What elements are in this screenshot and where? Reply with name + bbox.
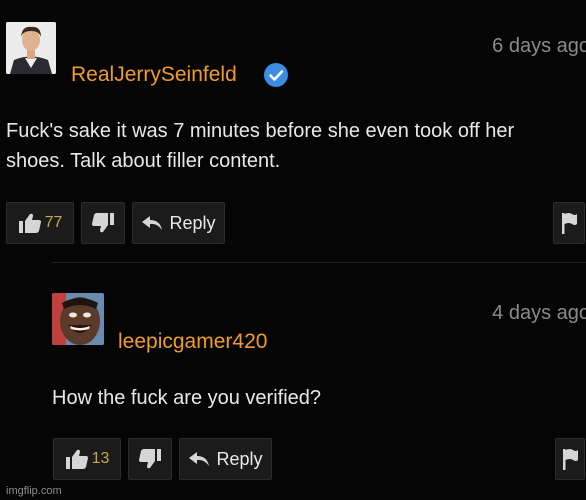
reply-button[interactable]: Reply — [179, 438, 272, 480]
avatar[interactable] — [52, 293, 104, 345]
watermark: imgflip.com — [6, 485, 62, 497]
verified-badge-icon — [264, 63, 288, 87]
comment: RealJerrySeinfeld 6 days ago Fuck's sake… — [0, 0, 586, 262]
reply-label: Reply — [216, 448, 263, 469]
username[interactable]: RealJerrySeinfeld — [71, 63, 237, 87]
reply-button[interactable]: Reply — [132, 202, 225, 244]
comment-text: Fuck's sake it was 7 minutes before she … — [6, 120, 515, 172]
timestamp: 6 days ago — [492, 35, 586, 57]
flag-button[interactable] — [553, 202, 585, 244]
avatar[interactable] — [6, 22, 56, 74]
like-count: 77 — [44, 214, 63, 231]
thumbs-up-icon — [65, 448, 89, 470]
like-button[interactable]: 77 — [6, 202, 74, 244]
thumbs-down-icon — [91, 212, 115, 234]
flag-icon — [560, 211, 578, 235]
comment-reply: leepicgamer420 4 days ago How the fuck a… — [0, 262, 586, 500]
thumbs-up-icon — [18, 212, 42, 234]
reply-label: Reply — [169, 212, 216, 233]
timestamp: 4 days ago — [492, 302, 586, 324]
like-button[interactable]: 13 — [53, 438, 121, 480]
reply-arrow-icon — [188, 451, 210, 467]
dislike-button[interactable] — [128, 438, 172, 480]
flag-button[interactable] — [555, 438, 585, 480]
like-count: 13 — [91, 450, 110, 467]
dislike-button[interactable] — [81, 202, 125, 244]
username[interactable]: leepicgamer420 — [118, 330, 267, 354]
flag-icon — [561, 447, 579, 471]
reply-arrow-icon — [141, 215, 163, 231]
thumbs-down-icon — [138, 448, 162, 470]
comment-text: How the fuck are you verified? — [52, 387, 322, 409]
